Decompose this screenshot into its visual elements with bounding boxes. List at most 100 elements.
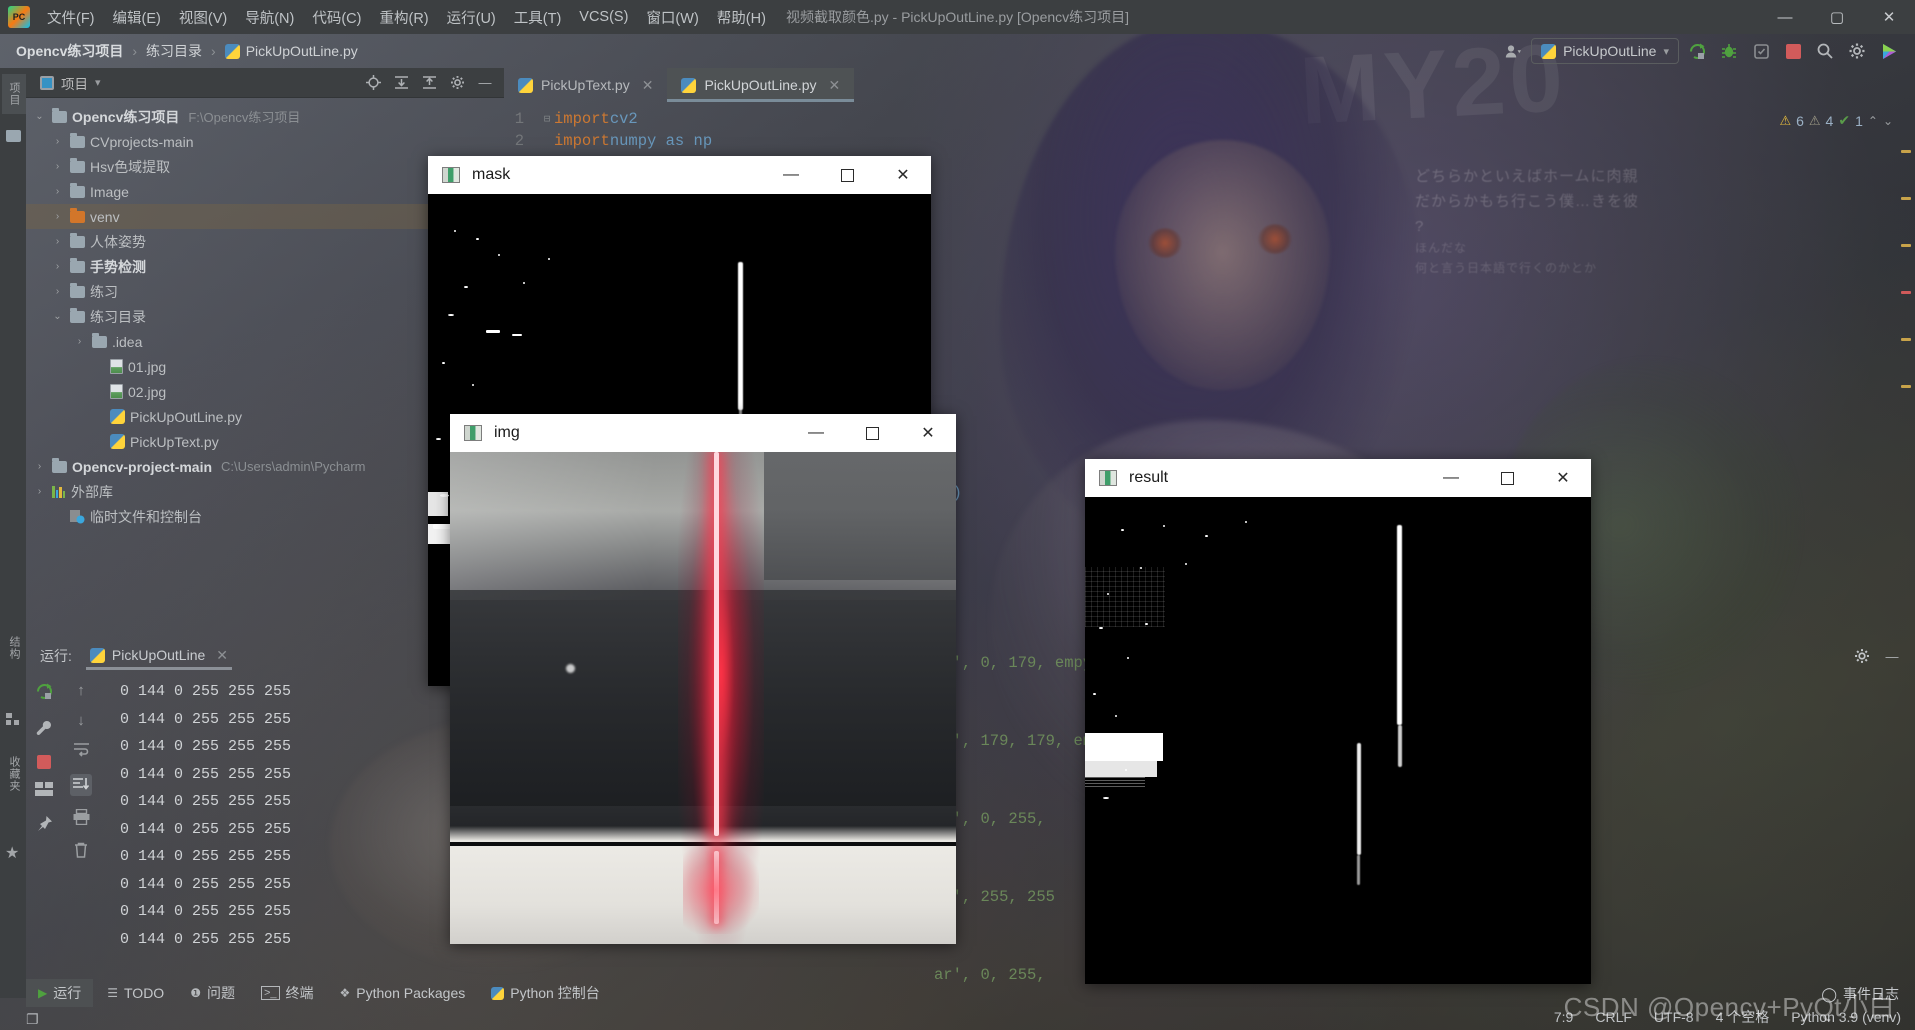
close-icon[interactable]: ✕ xyxy=(216,647,228,664)
menu-vcs[interactable]: VCS(S) xyxy=(570,5,637,29)
close-button[interactable]: ✕ xyxy=(1535,459,1591,497)
menu-tools[interactable]: 工具(T) xyxy=(505,3,571,32)
close-icon[interactable]: ✕ xyxy=(642,77,654,94)
project-panel-title-group[interactable]: 项目 ▾ xyxy=(26,73,101,93)
menu-refactor[interactable]: 重构(R) xyxy=(370,3,437,32)
caret-position[interactable]: 7:9 xyxy=(1554,1009,1573,1025)
window-title-bar[interactable]: img — ✕ xyxy=(450,414,956,452)
breadcrumb-folder[interactable]: 练习目录 xyxy=(146,41,202,61)
encoding[interactable]: UTF-8 xyxy=(1654,1009,1694,1025)
window-title-bar[interactable]: mask — ✕ xyxy=(428,156,931,194)
menu-run[interactable]: 运行(U) xyxy=(438,3,505,32)
inspection-widget[interactable]: ⚠ 6 ⚠ 4 ✔ 1 ⌃ ⌄ xyxy=(1779,112,1893,129)
stop-icon[interactable] xyxy=(1779,38,1807,64)
breadcrumb-file[interactable]: PickUpOutLine.py xyxy=(246,43,358,59)
tool-window-folder-icon[interactable] xyxy=(6,130,21,142)
pin-button[interactable] xyxy=(36,815,53,837)
tool-window-project-tab[interactable]: 项目 xyxy=(2,74,26,114)
maximize-button[interactable] xyxy=(819,156,875,194)
stop-button[interactable] xyxy=(37,755,51,769)
window-title-bar[interactable]: result — ✕ xyxy=(1085,459,1591,497)
minimize-button[interactable]: — xyxy=(763,156,819,194)
code-fold-icon[interactable]: ⊟ xyxy=(540,112,554,126)
editor-code-area[interactable]: 1 ⊟ import cv2 2 import numpy as np xyxy=(504,102,1915,152)
status-tab-run[interactable]: ▶ 运行 xyxy=(26,979,94,1007)
layout-button[interactable] xyxy=(35,782,53,802)
user-avatar-icon[interactable] xyxy=(1499,38,1527,64)
chevron-right-icon[interactable]: › xyxy=(50,186,65,197)
print-button[interactable] xyxy=(73,808,90,829)
editor-tab-pickuptext[interactable]: PickUpText.py ✕ xyxy=(504,68,667,102)
menu-help[interactable]: 帮助(H) xyxy=(708,3,775,32)
updates-icon[interactable] xyxy=(1875,38,1903,64)
status-tab-problems[interactable]: ❶ 问题 xyxy=(178,979,247,1007)
chevron-down-icon[interactable]: ⌄ xyxy=(50,311,65,322)
chevron-right-icon[interactable]: › xyxy=(50,211,65,222)
clear-all-button[interactable] xyxy=(73,842,89,862)
interpreter-setting[interactable]: Python 3.9 (venv) xyxy=(1791,1009,1901,1025)
chevron-right-icon[interactable]: › xyxy=(32,486,47,497)
scroll-down-button[interactable]: ↓ xyxy=(77,712,85,729)
status-tab-python-console[interactable]: Python 控制台 xyxy=(479,979,611,1007)
minimize-button[interactable]: — xyxy=(1759,0,1811,34)
close-icon[interactable]: ✕ xyxy=(829,77,841,94)
chevron-right-icon[interactable]: › xyxy=(50,286,65,297)
run-configuration-selector[interactable]: PickUpOutLine ▾ xyxy=(1531,38,1679,64)
opencv-window-img[interactable]: img — ✕ xyxy=(450,414,956,944)
debug-icon[interactable] xyxy=(1715,38,1743,64)
menu-edit[interactable]: 编辑(E) xyxy=(104,3,170,32)
status-tab-todo[interactable]: ☰ TODO xyxy=(95,981,176,1005)
gear-icon[interactable] xyxy=(1849,644,1875,668)
gear-icon[interactable] xyxy=(1843,38,1871,64)
gear-icon[interactable] xyxy=(444,71,470,95)
opencv-window-result[interactable]: result — ✕ xyxy=(1085,459,1591,984)
locate-file-icon[interactable] xyxy=(360,71,386,95)
menu-view[interactable]: 视图(V) xyxy=(170,3,236,32)
run-icon[interactable] xyxy=(1683,38,1711,64)
maximize-button[interactable] xyxy=(844,414,900,452)
chevron-up-icon[interactable]: ⌃ xyxy=(1868,114,1878,128)
menu-window[interactable]: 窗口(W) xyxy=(637,3,707,32)
minimize-button[interactable]: — xyxy=(1423,459,1479,497)
hide-panel-icon[interactable]: — xyxy=(472,71,498,95)
configure-button[interactable] xyxy=(35,719,53,742)
run-console-output[interactable]: 0 144 0 255 255 255 0 144 0 255 255 255 … xyxy=(100,672,1915,972)
breadcrumb-project[interactable]: Opencv练习项目 xyxy=(16,41,123,61)
tool-window-structure-tab[interactable]: 结构 xyxy=(2,628,26,668)
tree-row[interactable]: ⌄ Opencv练习项目 F:\Opencv练习项目 xyxy=(26,104,504,129)
close-button[interactable]: ✕ xyxy=(875,156,931,194)
close-button[interactable]: ✕ xyxy=(1863,0,1915,34)
line-separator[interactable]: CRLF xyxy=(1595,1009,1632,1025)
maximize-button[interactable]: ▢ xyxy=(1811,0,1863,34)
chevron-right-icon[interactable]: › xyxy=(32,461,47,472)
scroll-up-button[interactable]: ↑ xyxy=(77,682,85,699)
event-log-indicator[interactable]: ◯ 事件日志 xyxy=(1821,984,1899,1004)
editor-tab-pickupoutline[interactable]: PickUpOutLine.py ✕ xyxy=(667,68,855,102)
chevron-right-icon[interactable]: › xyxy=(50,161,65,172)
maximize-button[interactable] xyxy=(1479,459,1535,497)
hide-panel-icon[interactable]: — xyxy=(1879,644,1905,668)
chevron-right-icon[interactable]: › xyxy=(72,336,87,347)
coverage-icon[interactable] xyxy=(1747,38,1775,64)
expand-all-icon[interactable] xyxy=(388,71,414,95)
chevron-right-icon[interactable]: › xyxy=(50,261,65,272)
chevron-down-icon[interactable]: ⌄ xyxy=(32,111,47,122)
close-button[interactable]: ✕ xyxy=(900,414,956,452)
toggle-tool-windows-icon[interactable]: ❐ xyxy=(26,1011,39,1028)
status-tab-python-packages[interactable]: ❖ Python Packages xyxy=(328,981,478,1005)
menu-file[interactable]: 文件(F) xyxy=(38,3,104,32)
indent-setting[interactable]: 4 个空格 xyxy=(1716,1007,1770,1027)
search-icon[interactable] xyxy=(1811,38,1839,64)
tree-row[interactable]: › CVprojects-main xyxy=(26,129,504,154)
collapse-all-icon[interactable] xyxy=(416,71,442,95)
tool-window-favorites-tab[interactable]: 收藏夹 xyxy=(2,748,26,800)
scroll-to-end-button[interactable] xyxy=(70,774,92,796)
rerun-button[interactable] xyxy=(35,682,54,706)
run-tab-pickupoutline[interactable]: PickUpOutLine ✕ xyxy=(80,643,238,670)
minimize-button[interactable]: — xyxy=(788,414,844,452)
menu-code[interactable]: 代码(C) xyxy=(303,3,370,32)
soft-wrap-button[interactable] xyxy=(73,742,90,761)
status-tab-terminal[interactable]: >_ 终端 xyxy=(249,979,326,1007)
chevron-down-icon[interactable]: ▾ xyxy=(95,76,101,89)
chevron-right-icon[interactable]: › xyxy=(50,236,65,247)
